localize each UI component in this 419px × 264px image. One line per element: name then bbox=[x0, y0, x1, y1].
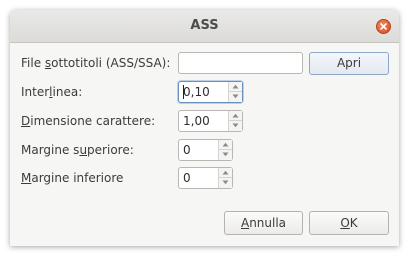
arrow-down-icon bbox=[222, 152, 229, 157]
bottom-margin-label: Margine inferiore bbox=[21, 171, 124, 185]
font-size-value: 1,00 bbox=[183, 114, 210, 128]
subtitle-file-label: File sottotitoli (ASS/SSA): bbox=[21, 56, 171, 70]
font-size-spinbox[interactable]: 1,00 bbox=[178, 110, 243, 132]
arrow-down-icon bbox=[232, 94, 239, 99]
ok-button[interactable]: OK bbox=[309, 211, 389, 235]
arrow-down-icon bbox=[232, 123, 239, 128]
cancel-button[interactable]: Annulla bbox=[224, 211, 303, 235]
arrow-up-icon bbox=[222, 170, 229, 175]
top-margin-label: Margine superiore: bbox=[21, 143, 134, 157]
top-margin-value: 0 bbox=[183, 143, 191, 157]
title-bar[interactable]: ASS bbox=[10, 10, 399, 43]
line-spacing-label: Interlinea: bbox=[21, 85, 83, 99]
bottom-margin-increment[interactable] bbox=[219, 168, 232, 178]
top-margin-decrement[interactable] bbox=[219, 150, 232, 160]
line-spacing-decrement[interactable] bbox=[229, 92, 242, 102]
subtitle-file-input[interactable] bbox=[178, 52, 303, 74]
line-spacing-increment[interactable] bbox=[229, 82, 242, 92]
open-file-button[interactable]: Apri bbox=[309, 52, 389, 75]
bottom-margin-spinbox[interactable]: 0 bbox=[178, 167, 233, 189]
arrow-up-icon bbox=[232, 113, 239, 118]
close-icon bbox=[380, 23, 387, 30]
arrow-up-icon bbox=[222, 142, 229, 147]
bottom-margin-value: 0 bbox=[183, 171, 191, 185]
close-button[interactable] bbox=[376, 19, 391, 34]
window-title: ASS bbox=[190, 18, 219, 33]
font-size-label: Dimensione carattere: bbox=[21, 114, 156, 128]
line-spacing-value: 0,10 bbox=[183, 85, 210, 99]
bottom-margin-decrement[interactable] bbox=[219, 178, 232, 188]
line-spacing-spinbox[interactable]: 0,10 bbox=[178, 81, 243, 103]
font-size-decrement[interactable] bbox=[229, 121, 242, 131]
ass-dialog: ASS File sottotitoli (ASS/SSA): Apri Int… bbox=[10, 10, 399, 246]
font-size-increment[interactable] bbox=[229, 111, 242, 121]
arrow-up-icon bbox=[232, 84, 239, 89]
arrow-down-icon bbox=[222, 180, 229, 185]
top-margin-spinbox[interactable]: 0 bbox=[178, 139, 233, 161]
top-margin-increment[interactable] bbox=[219, 140, 232, 150]
